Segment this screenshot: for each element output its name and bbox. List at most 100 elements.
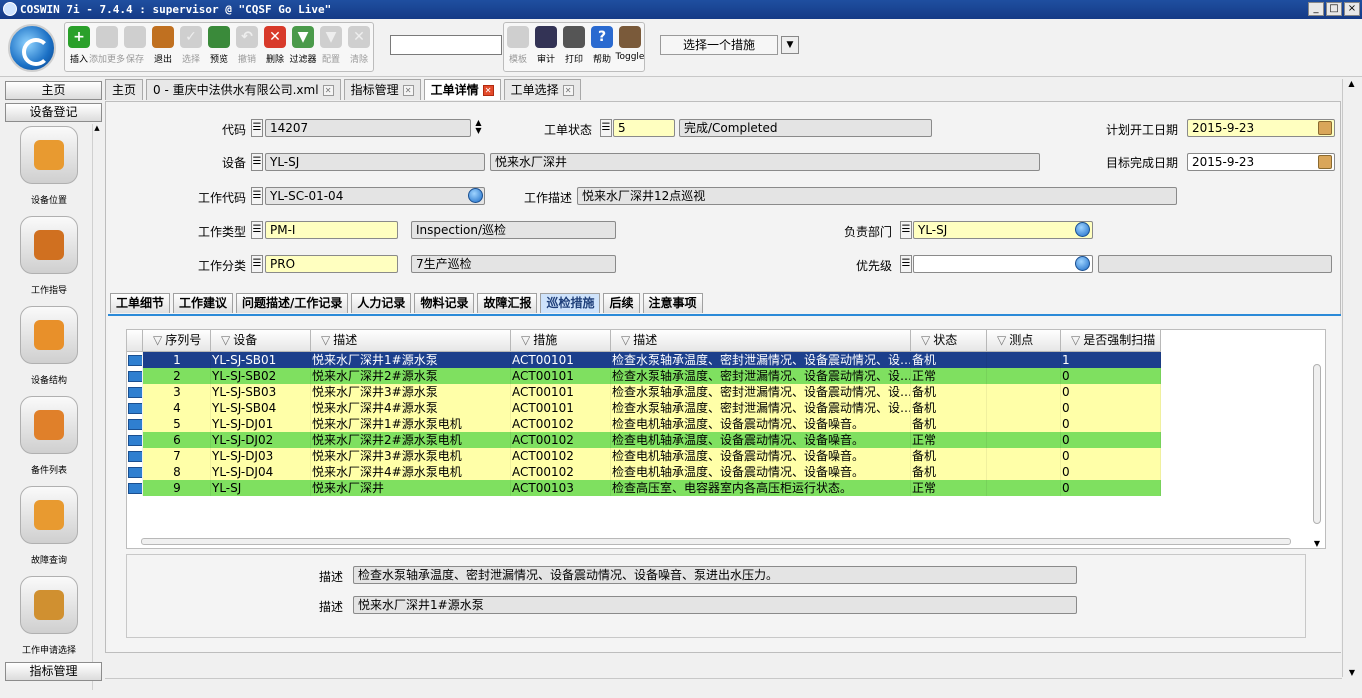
row-selector-icon[interactable] [127, 432, 143, 448]
filter-icon[interactable]: ▽ [321, 333, 330, 347]
filter-icon[interactable]: ▽ [1071, 333, 1080, 347]
row-selector-icon[interactable] [127, 416, 143, 432]
table-row[interactable]: 2 YL-SJ-SB02 悦来水厂深井2#源水泵 ACT00101 检查水泵轴承温度、密… [127, 368, 1161, 384]
tab-3[interactable]: 工单详情 ✕ [423, 79, 501, 100]
subtab-6[interactable]: 巡检措施 [540, 293, 601, 313]
work-class-field[interactable]: PRO [265, 255, 398, 273]
toolbar-button-undo[interactable]: ↶ 撤销 [233, 23, 261, 71]
work-type-lookup-button[interactable]: ☰ [251, 221, 263, 239]
close-button[interactable]: × [1344, 2, 1360, 16]
tab-1[interactable]: 0 - 重庆中法供水有限公司.xml ✕ [146, 79, 341, 100]
work-code-lookup-button[interactable]: ☰ [251, 187, 263, 205]
subtab-2[interactable]: 问题描述/工作记录 [236, 293, 349, 313]
nav-scrollbar[interactable]: ▲ [92, 124, 101, 690]
row-selector-icon[interactable] [127, 368, 143, 384]
grid-hscroll-thumb[interactable] [141, 538, 1291, 545]
priority-field[interactable] [913, 255, 1093, 273]
column-header[interactable]: ▽ 序列号 [143, 330, 211, 352]
toolbar-button-clear[interactable]: ✕ 清除 [345, 23, 373, 71]
equipment-field[interactable]: YL-SJ [265, 153, 485, 171]
nav-home[interactable]: 主页 [5, 81, 102, 100]
toolbar-button-save[interactable]: 保存 [121, 23, 149, 71]
column-header[interactable]: ▽ 描述 [611, 330, 911, 352]
go-arrow-icon[interactable] [1075, 256, 1090, 271]
close-icon[interactable]: ✕ [322, 84, 334, 96]
nav-item-work-guide[interactable]: 工作指导 [5, 214, 93, 300]
filter-icon[interactable]: ▽ [997, 333, 1006, 347]
row-selector-icon[interactable] [127, 480, 143, 496]
table-row[interactable]: 3 YL-SJ-SB03 悦来水厂深井3#源水泵 ACT00101 检查水泵轴承温度、密… [127, 384, 1161, 400]
toolbar-button-template[interactable]: 模板 [504, 23, 532, 71]
maximize-button[interactable]: □ [1326, 2, 1342, 16]
table-row[interactable]: 1 YL-SJ-SB01 悦来水厂深井1#源水泵 ACT00101 检查水泵轴承温度、密… [127, 352, 1161, 368]
subtab-4[interactable]: 物料记录 [414, 293, 475, 313]
nav-item-work-request[interactable]: 工作申请选择 [5, 574, 93, 660]
work-code-field[interactable]: YL-SC-01-04 [265, 187, 485, 205]
go-arrow-icon[interactable] [468, 188, 483, 203]
work-desc-field[interactable]: 悦来水厂深井12点巡视 [577, 187, 1177, 205]
calendar-icon[interactable] [1318, 155, 1332, 169]
subtab-7[interactable]: 后续 [603, 293, 640, 313]
close-icon[interactable]: ✕ [562, 84, 574, 96]
nav-item-spare-parts[interactable]: 备件列表 [5, 394, 93, 480]
nav-indicator-management[interactable]: 指标管理 [5, 662, 102, 681]
measure-select[interactable]: 选择一个措施 [660, 35, 778, 55]
toolbar-button-preview[interactable]: 预览 [205, 23, 233, 71]
tab-4[interactable]: 工单选择 ✕ [503, 79, 581, 100]
minimize-button[interactable]: _ [1308, 2, 1324, 16]
main-vertical-scrollbar[interactable]: ▲ ▼ [1342, 79, 1360, 677]
chevron-up-icon[interactable]: ▲ [1343, 79, 1360, 88]
code-lookup-button[interactable]: ☰ [251, 119, 263, 137]
plan-start-field[interactable]: 2015-9-23 [1187, 119, 1335, 137]
table-row[interactable]: 9 YL-SJ 悦来水厂深井 ACT00103 检查高压室、电容器室内各高压柜运行状态。… [127, 480, 1161, 496]
grid-horizontal-scrollbar[interactable] [127, 536, 1323, 548]
column-header[interactable]: ▽ 测点 [987, 330, 1061, 352]
toolbar-button-audit[interactable]: 审计 [532, 23, 560, 71]
table-row[interactable]: 4 YL-SJ-SB04 悦来水厂深井4#源水泵 ACT00101 检查水泵轴承温度、密… [127, 400, 1161, 416]
close-icon[interactable]: ✕ [482, 84, 494, 96]
chevron-down-icon[interactable]: ▼ [1343, 668, 1361, 677]
row-selector-icon[interactable] [127, 400, 143, 416]
toolbar-button-check[interactable]: ✓ 选择 [177, 23, 205, 71]
subtab-3[interactable]: 人力记录 [351, 293, 412, 313]
toolbar-button-delete[interactable]: ✕ 删除 [261, 23, 289, 71]
column-header[interactable]: ▽ 设备 [211, 330, 311, 352]
filter-icon[interactable]: ▽ [921, 333, 930, 347]
toolbar-button-exit[interactable]: 退出 [149, 23, 177, 71]
column-header[interactable]: ▽ 是否强制扫描 [1061, 330, 1161, 352]
table-row[interactable]: 6 YL-SJ-DJ02 悦来水厂深井2#源水泵电机 ACT00102 检查电机轴承温度… [127, 432, 1161, 448]
go-arrow-icon[interactable] [1075, 222, 1090, 237]
calendar-icon[interactable] [1318, 121, 1332, 135]
row-selector-icon[interactable] [127, 384, 143, 400]
toolbar-button-print[interactable]: 打印 [560, 23, 588, 71]
row-selector-icon[interactable] [127, 448, 143, 464]
toolbar-button-help[interactable]: ? 帮助 [588, 23, 616, 71]
toolbar-button-toggle[interactable]: Toggle [616, 23, 644, 71]
row-selector-icon[interactable] [127, 464, 143, 480]
toolbar-search-input[interactable] [390, 35, 502, 55]
subtab-5[interactable]: 故障汇报 [477, 293, 538, 313]
filter-icon[interactable]: ▽ [621, 333, 630, 347]
chevron-up-icon[interactable]: ▲ [93, 124, 101, 132]
status-lookup-button[interactable]: ☰ [600, 119, 612, 137]
row-selector-icon[interactable] [127, 352, 143, 368]
code-field[interactable]: 14207 [265, 119, 471, 137]
nav-item-fault-query[interactable]: 故障查询 [5, 484, 93, 570]
work-class-lookup-button[interactable]: ☰ [251, 255, 263, 273]
subtab-0[interactable]: 工单细节 [110, 293, 171, 313]
table-row[interactable]: 8 YL-SJ-DJ04 悦来水厂深井4#源水泵电机 ACT00102 检查电机轴承温度… [127, 464, 1161, 480]
tab-0[interactable]: 主页 [105, 79, 144, 100]
chevron-down-icon[interactable]: ▼ [781, 36, 799, 54]
dept-field[interactable]: YL-SJ [913, 221, 1093, 239]
grid-vertical-scrollbar[interactable]: ▼ [1311, 352, 1323, 548]
subtab-1[interactable]: 工作建议 [173, 293, 234, 313]
toolbar-button-configure[interactable]: ▼ 配置 [317, 23, 345, 71]
filter-icon[interactable]: ▽ [521, 333, 530, 347]
column-header[interactable]: ▽ 措施 [511, 330, 611, 352]
filter-icon[interactable]: ▽ [221, 333, 230, 347]
target-finish-field[interactable]: 2015-9-23 [1187, 153, 1335, 171]
grid-vscroll-thumb[interactable] [1313, 364, 1321, 524]
equipment-lookup-button[interactable]: ☰ [251, 153, 263, 171]
work-type-field[interactable]: PM-I [265, 221, 398, 239]
priority-lookup-button[interactable]: ☰ [900, 255, 912, 273]
